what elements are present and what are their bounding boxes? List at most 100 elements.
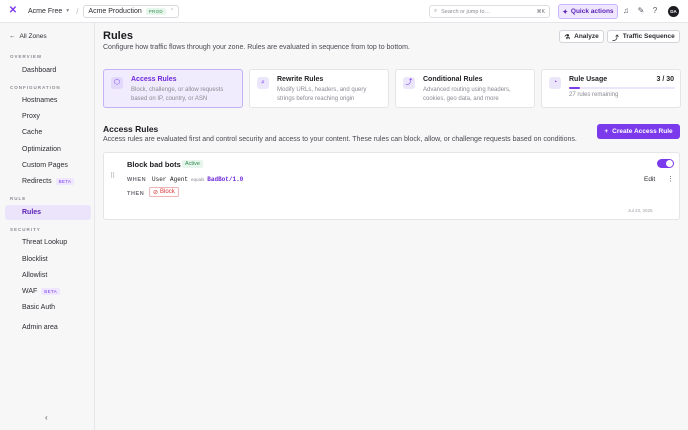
card-title: Rewrite Rules [277,76,324,83]
back-label: All Zones [19,33,47,40]
create-access-rule-label: Create Access Rule [612,128,673,135]
condition-value: BadBot/1.0 [207,176,244,183]
then-label: THEN [127,191,145,197]
gauge-icon: ◔ [549,77,561,89]
analyze-button[interactable]: ⚗ Analyze [559,30,604,43]
action-label: Block [160,189,175,195]
sidebar-item-cache[interactable]: Cache [5,125,91,140]
sidebar-item-blocklist[interactable]: Blocklist [5,252,91,267]
chevron-down-icon: ▼ [65,8,71,14]
beta-badge: BETA [55,178,75,185]
sidebar-item-hostnames[interactable]: Hostnames [5,93,91,108]
shield-icon: ⬡ [111,77,123,89]
search-input[interactable]: ⌕ Search or jump to… ⌘K [429,5,550,18]
rule-enabled-toggle[interactable] [657,159,674,168]
sidebar-item-proxy[interactable]: Proxy [5,109,91,124]
condition-operator: equals [191,177,205,182]
section-title: Access Rules [103,124,159,134]
sidebar-item-label: Threat Lookup [22,239,68,246]
quick-actions-button[interactable]: ✦ Quick actions [558,4,618,19]
toggle-knob [666,160,673,167]
section-description: Access rules are evaluated first and con… [103,136,577,143]
quick-actions-label: Quick actions [570,8,614,15]
org-name: Acme Free [28,7,63,15]
arrow-left-icon: ← [9,33,16,40]
sidebar-item-label: Allowlist [22,272,48,279]
usage-progress-bar [569,87,675,89]
sidebar-item-threat-lookup[interactable]: Threat Lookup [5,235,91,250]
sidebar-item-admin-area[interactable]: Admin area [5,320,91,335]
breadcrumb-separator: / [76,6,79,16]
sidebar-item-dashboard[interactable]: Dashboard [5,63,91,78]
rule-condition: User Agent equals BadBot/1.0 [152,176,243,183]
sidebar-item-redirects[interactable]: Redirects BETA [5,174,91,189]
section-label-rule: RULE [10,196,27,201]
rule-card: ⠿ Block bad bots Active WHEN User Agent … [103,152,680,220]
beta-badge: BETA [41,288,60,295]
sidebar-item-rules[interactable]: Rules [5,205,91,220]
sidebar-item-basic-auth[interactable]: Basic Auth [5,300,91,315]
section-label-security: SECURITY [10,227,41,232]
card-rewrite-rules[interactable]: ⌕ Rewrite Rules Modify URLs, headers, an… [249,69,389,108]
zone-name: Acme Production [88,7,142,15]
sidebar-item-label: Dashboard [22,67,57,74]
sidebar-item-label: WAF [22,288,38,295]
translate-icon[interactable]: ✎ [636,6,646,16]
card-title: Conditional Rules [423,76,483,83]
section-label-overview: OVERVIEW [10,54,43,59]
traffic-sequence-label: Traffic Sequence [622,33,675,40]
search-icon: ⌕ [434,8,438,14]
sparkle-icon: ✦ [562,8,568,16]
sidebar-item-label: Basic Auth [22,304,56,311]
sidebar-item-allowlist[interactable]: Allowlist [5,268,91,283]
bell-icon[interactable]: ♫ [621,6,631,16]
sidebar: ← All Zones OVERVIEW Dashboard CONFIGURA… [0,23,95,430]
card-conditional-rules[interactable]: ⤴ Conditional Rules Advanced routing usi… [395,69,535,108]
edit-rule-button[interactable]: Edit [644,176,655,183]
sidebar-item-label: Admin area [22,324,58,331]
sidebar-item-waf[interactable]: WAF BETA [5,284,91,299]
card-description: Block, challenge, or allow requests base… [131,87,224,102]
collapse-sidebar-icon[interactable]: ‹ [45,413,48,422]
card-title: Rule Usage [569,76,608,83]
card-access-rules[interactable]: ⬡ Access Rules Block, challenge, or allo… [103,69,243,108]
page-subtitle: Configure how traffic flows through your… [103,44,410,51]
status-badge: Active [182,160,203,168]
back-to-zones-link[interactable]: ← All Zones [9,33,47,40]
analyze-label: Analyze [574,33,599,40]
card-description: Advanced routing using headers, cookies,… [423,87,511,102]
card-rule-usage: ◔ Rule Usage 3 / 30 27 rules remaining [541,69,681,108]
drag-handle-icon[interactable]: ⠿ [110,172,115,180]
section-label-configuration: CONFIGURATION [10,85,61,90]
flask-icon: ⚗ [564,33,571,41]
card-description: Modify URLs, headers, and query strings … [277,87,367,102]
usage-remaining: 27 rules remaining [569,92,619,98]
usage-progress-fill [569,87,580,89]
plus-icon: + [604,128,609,135]
sidebar-item-label: Custom Pages [22,162,68,169]
traffic-sequence-button[interactable]: ⤴ Traffic Sequence [607,30,680,43]
branch-icon: ⤴ [403,77,415,89]
help-icon[interactable]: ? [650,6,660,16]
avatar[interactable]: DA [668,6,679,17]
chevron-updown-icon: ⌃ [169,8,175,14]
condition-field: User Agent [152,176,189,183]
sidebar-item-label: Proxy [22,113,40,120]
org-switcher[interactable]: Acme Free ▼ [28,8,70,15]
sidebar-item-label: Hostnames [22,97,58,104]
sidebar-item-custom-pages[interactable]: Custom Pages [5,158,91,173]
rewrite-icon: ⌕ [257,77,269,89]
rule-date: Jul 23, 2026 [628,208,653,213]
brand-logo-icon[interactable]: ✕ [8,6,18,16]
when-label: WHEN [127,177,147,183]
search-placeholder: Search or jump to… [441,8,491,15]
zone-switcher[interactable]: Acme Production PROD ⌃ [83,4,180,18]
more-options-icon[interactable]: ⋮ [667,175,674,183]
sidebar-item-optimization[interactable]: Optimization [5,142,91,157]
create-access-rule-button[interactable]: + Create Access Rule [597,124,680,139]
sidebar-item-label: Blocklist [22,256,48,263]
rule-name: Block bad bots [127,160,181,169]
sidebar-item-label: Cache [22,129,43,136]
route-icon: ⤴ [612,34,619,42]
env-badge: PROD [145,7,166,15]
